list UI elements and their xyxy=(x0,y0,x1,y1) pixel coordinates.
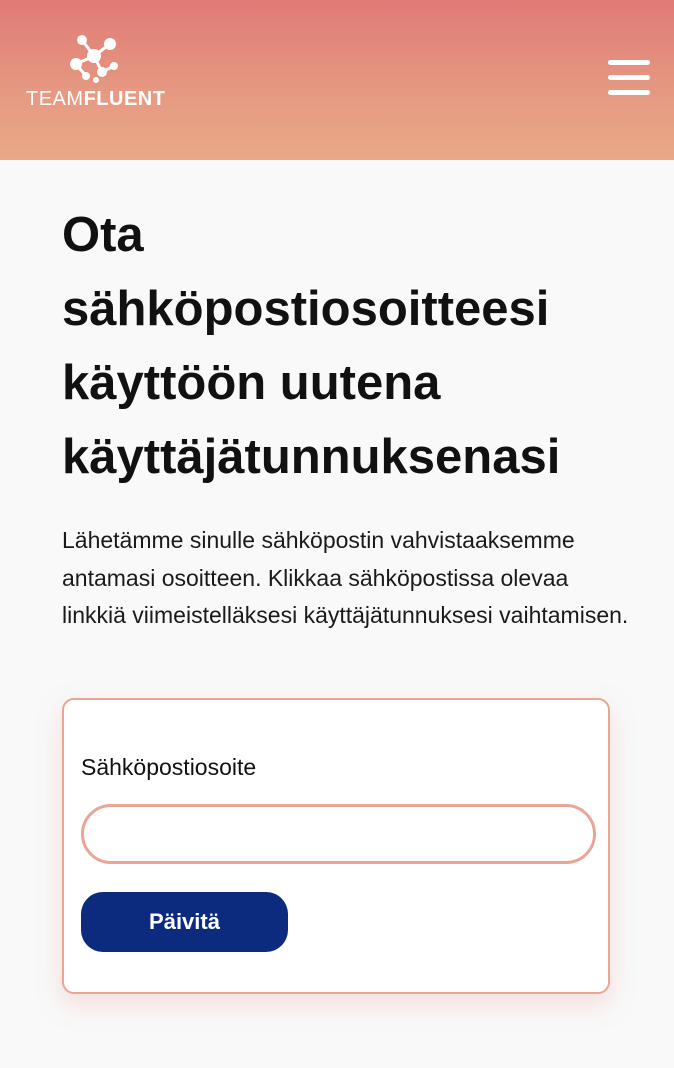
teamfluent-logo[interactable]: TEAMFLUENT xyxy=(26,32,176,112)
email-field-label: Sähköpostiosoite xyxy=(81,754,257,780)
email-change-form: Sähköpostiosoite Päivitä xyxy=(62,698,610,994)
menu-bar-bottom xyxy=(608,90,650,95)
site-header: TEAMFLUENT xyxy=(0,0,674,160)
intro-text: Lähetämme sinulle sähköpostin vahvistaak… xyxy=(62,527,629,628)
page-title: Ota sähköpostiosoitteesi käyttöön uutena… xyxy=(62,208,561,484)
molecule-logo-icon xyxy=(70,35,118,83)
logo-wordmark: TEAMFLUENT xyxy=(26,88,165,111)
hamburger-menu-icon[interactable] xyxy=(606,58,652,98)
update-button[interactable]: Päivitä xyxy=(81,892,288,952)
menu-bar-top xyxy=(608,60,650,65)
logo-text-team: TEAM xyxy=(26,88,84,110)
logo-text-fluent: FLUENT xyxy=(83,88,166,110)
email-field[interactable] xyxy=(81,804,596,864)
menu-bar-middle xyxy=(608,75,650,80)
